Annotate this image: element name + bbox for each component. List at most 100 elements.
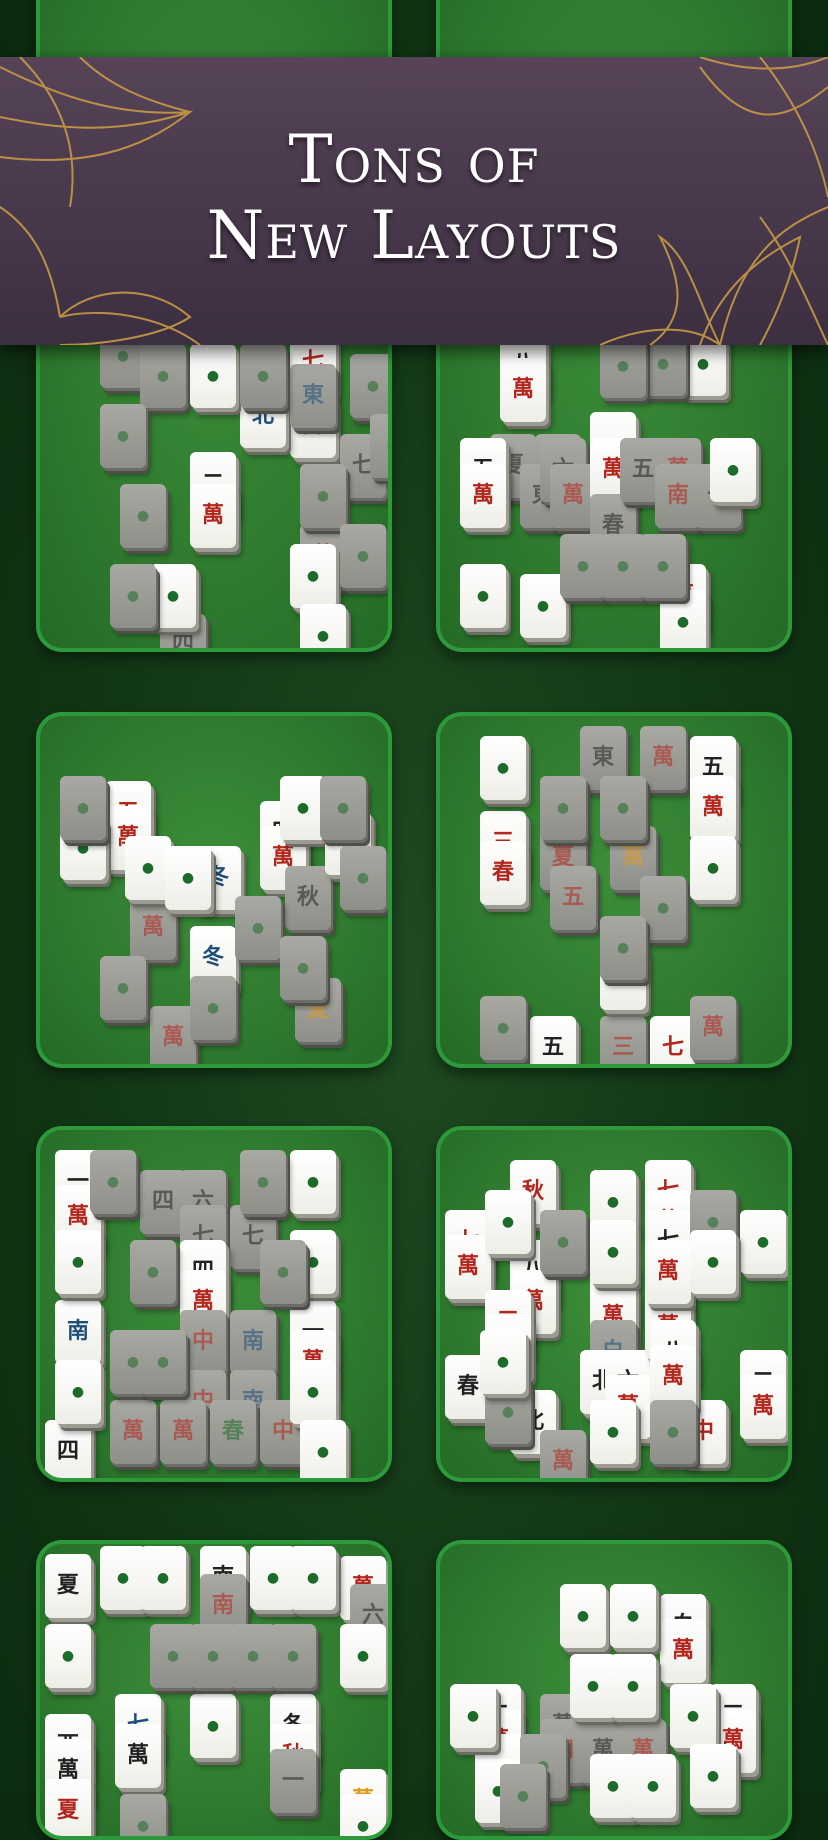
mahjong-tile[interactable]: ● <box>240 1150 286 1214</box>
mahjong-tile[interactable]: 萬 <box>190 484 236 548</box>
mahjong-tile[interactable]: 萬 <box>645 1240 691 1304</box>
mahjong-tile[interactable]: ● <box>650 1400 696 1464</box>
mahjong-tile[interactable]: ● <box>235 896 281 960</box>
mahjong-tile[interactable]: ● <box>690 1230 736 1294</box>
mahjong-tile[interactable]: ● <box>690 1744 736 1808</box>
layout-card-6[interactable]: 秋七萬七萬八萬六萬白三萬北六萬春北中三萬二萬七萬八萬萬●●●●●●●●●●● <box>436 1126 792 1482</box>
mahjong-tile[interactable]: 一 <box>270 1749 316 1813</box>
layout-card-4[interactable]: 東萬五萬三春夏五萬五三七萬●●●●●●●● <box>436 712 792 1068</box>
layout-card-3[interactable]: 五萬四萬冬冬萬秋夏萬●●●●●●●●●●●● <box>36 712 392 1068</box>
mahjong-tile[interactable]: ● <box>190 976 236 1040</box>
mahjong-tile[interactable]: ● <box>670 1684 716 1748</box>
mahjong-tile[interactable]: ● <box>140 1546 186 1610</box>
mahjong-tile[interactable]: ● <box>610 1584 656 1648</box>
mahjong-tile[interactable]: ● <box>100 404 146 468</box>
mahjong-tile[interactable]: ● <box>460 564 506 628</box>
mahjong-tile[interactable]: ● <box>165 846 211 910</box>
mahjong-tile[interactable]: 萬 <box>460 464 506 528</box>
mahjong-tile[interactable]: ● <box>260 1240 306 1304</box>
mahjong-tile[interactable]: ● <box>710 438 756 502</box>
mahjong-tile[interactable]: ● <box>300 604 346 648</box>
mahjong-tile[interactable]: 萬 <box>540 1430 586 1478</box>
mahjong-tile[interactable]: ● <box>350 354 388 418</box>
mahjong-tile[interactable]: 萬 <box>110 1400 156 1464</box>
mahjong-tile[interactable]: ● <box>290 1360 336 1424</box>
mahjong-tile[interactable]: ● <box>120 484 166 548</box>
mahjong-tile[interactable]: ● <box>190 1694 236 1758</box>
mahjong-tile[interactable]: ● <box>480 1330 526 1394</box>
mahjong-tile[interactable]: ● <box>590 1400 636 1464</box>
mahjong-tile[interactable]: ● <box>610 1654 656 1718</box>
mahjong-tile[interactable]: 萬 <box>115 1724 161 1788</box>
mahjong-tile[interactable]: ● <box>485 1190 531 1254</box>
mahjong-tile[interactable]: ● <box>480 736 526 800</box>
mahjong-tile[interactable]: ● <box>540 776 586 840</box>
layout-card-8[interactable]: 三萬白萬三萬萬四萬萬●●●●●●●●●●●●● <box>436 1540 792 1840</box>
mahjong-tile[interactable]: ● <box>590 1220 636 1284</box>
mahjong-tile[interactable]: 南 <box>55 1300 101 1364</box>
mahjong-tile[interactable]: ● <box>640 534 686 598</box>
mahjong-tile[interactable]: ● <box>240 344 286 408</box>
mahjong-tile[interactable]: 東 <box>290 364 336 428</box>
mahjong-tile[interactable]: 萬 <box>690 996 736 1060</box>
mahjong-tile[interactable]: 夏 <box>45 1554 91 1618</box>
mahjong-tile[interactable]: ● <box>100 956 146 1020</box>
mahjong-tile[interactable]: ● <box>320 776 366 840</box>
mahjong-tile[interactable]: ● <box>630 1754 676 1818</box>
mahjong-tile[interactable]: ● <box>370 414 388 478</box>
mahjong-tile[interactable]: ● <box>55 1360 101 1424</box>
mahjong-tile[interactable]: ● <box>600 916 646 980</box>
mahjong-tile[interactable]: 萬 <box>160 1400 206 1464</box>
mahjong-tile[interactable]: ● <box>190 344 236 408</box>
mahjong-tile[interactable]: ● <box>150 564 196 628</box>
mahjong-tile[interactable]: 萬 <box>690 776 736 840</box>
tile-glyph: 萬 <box>701 794 724 821</box>
mahjong-tile[interactable]: ● <box>270 1624 316 1688</box>
mahjong-tile[interactable]: ● <box>660 590 706 648</box>
mahjong-tile[interactable]: 春 <box>210 1400 256 1464</box>
mahjong-tile[interactable]: ● <box>640 876 686 940</box>
mahjong-tile[interactable]: ● <box>45 1624 91 1688</box>
mahjong-tile[interactable]: 五 <box>530 1016 576 1064</box>
mahjong-tile[interactable]: ● <box>690 836 736 900</box>
mahjong-tile[interactable]: ● <box>300 1420 346 1478</box>
mahjong-tile[interactable]: ● <box>600 776 646 840</box>
mahjong-tile[interactable]: 春 <box>480 841 526 905</box>
mahjong-tile[interactable]: ● <box>280 936 326 1000</box>
mahjong-tile[interactable]: ● <box>450 1684 496 1748</box>
mahjong-tile[interactable]: 萬 <box>640 726 686 790</box>
mahjong-tile[interactable]: ● <box>560 1584 606 1648</box>
mahjong-tile[interactable]: 四 <box>45 1420 91 1478</box>
mahjong-tile[interactable]: 三 <box>600 1016 646 1064</box>
mahjong-tile[interactable]: 萬 <box>740 1375 786 1439</box>
mahjong-tile[interactable]: ● <box>340 1794 386 1836</box>
mahjong-tile[interactable]: ● <box>500 1764 546 1828</box>
mahjong-tile[interactable]: ● <box>60 776 106 840</box>
mahjong-tile[interactable]: 萬 <box>660 1619 706 1683</box>
mahjong-tile[interactable]: 中 <box>180 1310 226 1374</box>
mahjong-tile[interactable]: 萬 <box>500 358 546 422</box>
mahjong-tile[interactable]: 秋 <box>285 866 331 930</box>
mahjong-tile[interactable]: 夏 <box>45 1779 91 1836</box>
mahjong-tile[interactable]: 五 <box>550 866 596 930</box>
mahjong-tile[interactable]: ● <box>480 996 526 1060</box>
mahjong-tile[interactable]: ● <box>540 1210 586 1274</box>
mahjong-tile[interactable]: ● <box>140 1330 186 1394</box>
layout-card-5[interactable]: 一萬四六七七四萬南中南中南一萬萬萬春中四●●●●●●●●●●●● <box>36 1126 392 1482</box>
mahjong-tile[interactable]: ● <box>740 1210 786 1274</box>
mahjong-tile[interactable]: ● <box>340 1624 386 1688</box>
mahjong-tile[interactable]: ● <box>120 1794 166 1836</box>
mahjong-tile[interactable]: ● <box>340 846 386 910</box>
mahjong-tile[interactable]: ● <box>290 1546 336 1610</box>
mahjong-tile[interactable]: ● <box>130 1240 176 1304</box>
layout-card-7[interactable]: 夏南萬六南七萬冬秋西一萬夏萬●●●●●●●●●●●●● <box>36 1540 392 1840</box>
mahjong-tile[interactable]: ● <box>140 344 186 408</box>
mahjong-tile[interactable]: 南 <box>230 1310 276 1374</box>
mahjong-tile[interactable]: ● <box>290 1150 336 1214</box>
mahjong-tile[interactable]: ● <box>90 1150 136 1214</box>
mahjong-tile[interactable]: ● <box>110 564 156 628</box>
mahjong-tile[interactable]: ● <box>55 1230 101 1294</box>
mahjong-tile[interactable]: ● <box>290 544 336 608</box>
mahjong-tile[interactable]: ● <box>300 464 346 528</box>
mahjong-tile[interactable]: ● <box>340 524 386 588</box>
